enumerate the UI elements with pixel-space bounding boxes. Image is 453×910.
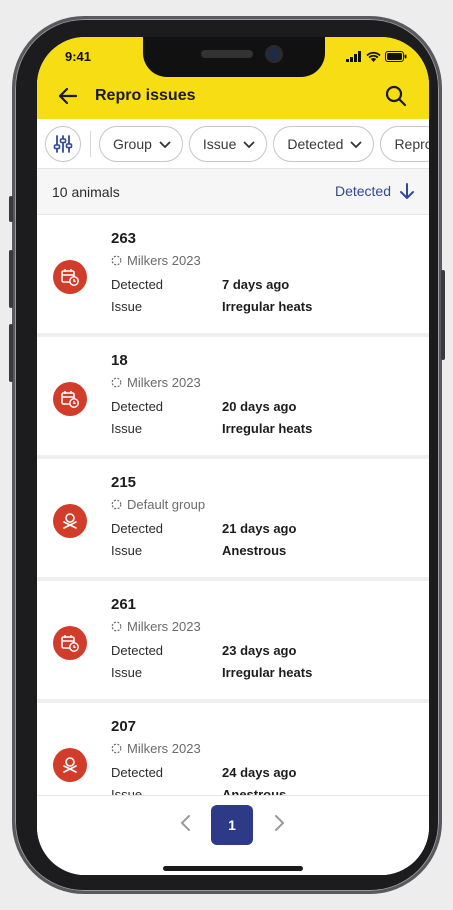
detected-label: Detected bbox=[111, 765, 164, 780]
home-indicator bbox=[163, 866, 303, 871]
group-dashed-circle-icon bbox=[111, 743, 122, 754]
anestrous-icon bbox=[53, 504, 87, 538]
anestrous-icon bbox=[53, 748, 87, 782]
animal-group: Milkers 2023 bbox=[111, 741, 201, 756]
filter-chip-group[interactable]: Group bbox=[99, 126, 183, 162]
chevron-down-icon bbox=[159, 141, 171, 149]
group-label: Milkers 2023 bbox=[127, 375, 201, 390]
group-dashed-circle-icon bbox=[111, 499, 122, 510]
speaker bbox=[201, 50, 253, 58]
group-label: Milkers 2023 bbox=[127, 253, 201, 268]
detected-value: 21 days ago bbox=[222, 521, 297, 536]
chip-label: Group bbox=[113, 136, 152, 152]
calendar-clock-icon bbox=[53, 260, 87, 294]
animal-id: 263 bbox=[111, 230, 137, 247]
signal-icon bbox=[346, 51, 361, 62]
issue-label: Issue bbox=[111, 299, 143, 314]
animal-group: Milkers 2023 bbox=[111, 375, 201, 390]
list-item[interactable]: 263 Milkers 2023 Detected 7 days ago Iss… bbox=[37, 215, 429, 333]
detected-label: Detected bbox=[111, 399, 164, 414]
sort-button[interactable]: Detected bbox=[335, 182, 415, 200]
notch bbox=[143, 37, 325, 77]
animal-id: 18 bbox=[111, 352, 128, 369]
animal-group: Milkers 2023 bbox=[111, 619, 201, 634]
filter-chip-issue[interactable]: Issue bbox=[188, 126, 268, 162]
status-time: 9:41 bbox=[65, 49, 92, 64]
chevron-down-icon bbox=[350, 141, 363, 149]
issue-label: Issue bbox=[111, 787, 143, 795]
status-icons bbox=[346, 51, 407, 62]
calendar-clock-icon bbox=[53, 382, 87, 416]
issue-label: Issue bbox=[111, 421, 143, 436]
front-camera bbox=[265, 45, 283, 63]
chip-label: Detected bbox=[287, 136, 344, 152]
list-item[interactable]: 18 Milkers 2023 Detected 20 days ago Iss… bbox=[37, 337, 429, 455]
group-dashed-circle-icon bbox=[111, 255, 122, 266]
chevron-down-icon bbox=[243, 141, 256, 149]
group-dashed-circle-icon bbox=[111, 621, 122, 632]
calendar-clock-icon bbox=[53, 626, 87, 660]
volume-up-button bbox=[9, 250, 13, 308]
filter-chips: Group Issue Detected Repro bbox=[99, 126, 429, 162]
page-title: Repro issues bbox=[95, 87, 196, 104]
filter-chip-repro[interactable]: Repro bbox=[380, 126, 429, 162]
animal-id: 207 bbox=[111, 718, 137, 735]
wifi-icon bbox=[366, 51, 381, 62]
issue-label: Issue bbox=[111, 543, 143, 558]
back-arrow-icon[interactable] bbox=[55, 83, 81, 109]
chevron-left-icon[interactable] bbox=[175, 812, 197, 834]
animal-list: 263 Milkers 2023 Detected 7 days ago Iss… bbox=[37, 215, 429, 795]
animal-id: 215 bbox=[111, 474, 137, 491]
issue-value: Anestrous bbox=[222, 543, 287, 558]
power-button bbox=[441, 270, 445, 360]
detected-label: Detected bbox=[111, 277, 164, 292]
chip-label: Issue bbox=[202, 136, 237, 152]
group-label: Milkers 2023 bbox=[127, 619, 201, 634]
detected-value: 7 days ago bbox=[222, 277, 290, 292]
pagination: 1 bbox=[37, 795, 429, 875]
issue-value: Irregular heats bbox=[222, 421, 313, 436]
filter-divider bbox=[90, 131, 91, 157]
filter-bar: Group Issue Detected Repro bbox=[37, 119, 429, 169]
mute-switch bbox=[9, 196, 13, 222]
arrow-down-icon bbox=[400, 183, 414, 199]
sort-label: Detected bbox=[334, 183, 391, 199]
animal-group: Milkers 2023 bbox=[111, 253, 201, 268]
issue-value: Irregular heats bbox=[222, 665, 313, 680]
issue-value: Anestrous bbox=[222, 787, 287, 795]
animal-id: 261 bbox=[111, 596, 137, 613]
chevron-right-icon[interactable] bbox=[268, 812, 290, 834]
group-label: Default group bbox=[127, 497, 206, 512]
screen: 9:41 Repro issues Group Issue Detected R… bbox=[37, 37, 429, 875]
issue-label: Issue bbox=[111, 665, 143, 680]
group-dashed-circle-icon bbox=[111, 377, 122, 388]
filter-chip-detected[interactable]: Detected bbox=[273, 126, 375, 162]
search-icon[interactable] bbox=[383, 83, 409, 109]
chip-label: Repro bbox=[394, 136, 429, 152]
animal-count: 10 animals bbox=[52, 184, 120, 200]
list-item[interactable]: 261 Milkers 2023 Detected 23 days ago Is… bbox=[37, 581, 429, 699]
issue-value: Irregular heats bbox=[222, 299, 313, 314]
sliders-icon bbox=[53, 135, 73, 153]
list-summary: 10 animals Detected bbox=[37, 169, 429, 215]
filter-settings-button[interactable] bbox=[45, 126, 81, 162]
animal-group: Default group bbox=[111, 497, 205, 512]
battery-icon bbox=[385, 51, 407, 62]
page-button-current[interactable]: 1 bbox=[211, 805, 253, 845]
group-label: Milkers 2023 bbox=[127, 741, 201, 756]
detected-label: Detected bbox=[111, 643, 164, 658]
detected-value: 24 days ago bbox=[222, 765, 297, 780]
detected-value: 20 days ago bbox=[222, 399, 297, 414]
volume-down-button bbox=[9, 324, 13, 382]
list-item[interactable]: 207 Milkers 2023 Detected 24 days ago Is… bbox=[37, 703, 429, 795]
detected-label: Detected bbox=[111, 521, 164, 536]
detected-value: 23 days ago bbox=[222, 643, 297, 658]
list-item[interactable]: 215 Default group Detected 21 days ago I… bbox=[37, 459, 429, 577]
